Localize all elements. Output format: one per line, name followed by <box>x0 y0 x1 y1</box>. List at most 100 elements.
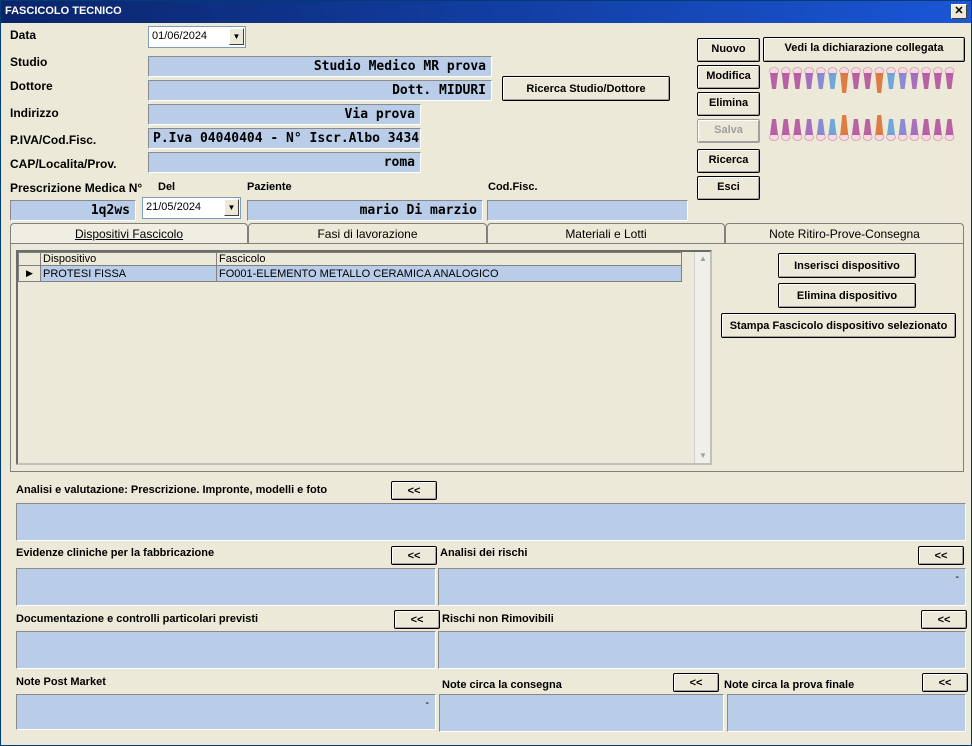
dropdown-arrow-icon[interactable]: ▼ <box>229 28 244 45</box>
tooth-root[interactable] <box>910 73 919 89</box>
tooth-root[interactable] <box>887 119 895 135</box>
salva-button[interactable]: Salva <box>697 119 760 143</box>
tooth-root[interactable] <box>805 119 814 135</box>
post-market-label: Note Post Market <box>16 676 106 688</box>
codfisc-field[interactable] <box>487 200 688 221</box>
table-row[interactable]: ▶ PROTESI FISSA FO001-ELEMENTO METALLO C… <box>18 265 682 282</box>
consegna-expand-button[interactable]: << <box>673 673 719 692</box>
tooth-root[interactable] <box>816 119 825 135</box>
tooth-root[interactable] <box>828 73 837 89</box>
scroll-up-icon[interactable]: ▲ <box>697 254 709 264</box>
tooth-root[interactable] <box>816 73 825 89</box>
prova-finale-expand-button[interactable]: << <box>922 673 968 692</box>
tooth-root[interactable] <box>945 119 954 135</box>
column-header-fascicolo[interactable]: Fascicolo <box>216 252 682 266</box>
tooth-root[interactable] <box>851 73 860 89</box>
cap-field[interactable]: roma <box>148 152 421 173</box>
tooth-root[interactable] <box>933 73 942 89</box>
title-bar: FASCICOLO TECNICO ✕ <box>1 1 971 23</box>
tooth-root[interactable] <box>840 115 849 135</box>
tooth-root[interactable] <box>898 119 907 135</box>
column-header-dispositivo[interactable]: Dispositivo <box>40 252 217 266</box>
rischi-expand-button[interactable]: << <box>921 610 967 629</box>
analisi-valutazione-field[interactable] <box>16 503 966 541</box>
prescrizione-field[interactable]: 1q2ws <box>10 200 136 221</box>
tooth-root[interactable] <box>770 73 778 89</box>
ricerca-button[interactable]: Ricerca <box>697 149 760 173</box>
modifica-button[interactable]: Modifica <box>697 65 760 89</box>
tooth-root[interactable] <box>863 119 872 135</box>
tooth-root[interactable] <box>781 119 790 135</box>
tab-note-ritiro[interactable]: Note Ritiro-Prove-Consegna <box>725 223 964 244</box>
analisi-rischi-label: Analisi dei rischi <box>440 547 528 559</box>
tooth-root[interactable] <box>828 119 837 135</box>
tooth-root[interactable] <box>840 73 849 93</box>
note-consegna-field[interactable] <box>439 694 724 732</box>
row-indicator-icon[interactable]: ▶ <box>18 265 41 282</box>
del-combo[interactable]: 21/05/2024 ▼ <box>142 197 241 219</box>
analisi-valutazione-label: Analisi e valutazione: Prescrizione. Imp… <box>16 484 328 496</box>
esci-button[interactable]: Esci <box>697 176 760 200</box>
stampa-fascicolo-button[interactable]: Stampa Fascicolo dispositivo selezionato <box>721 313 956 338</box>
tooth-root[interactable] <box>922 73 931 89</box>
tooth-root[interactable] <box>793 119 802 135</box>
analisi-expand-button[interactable]: << <box>391 481 437 500</box>
del-value: 21/05/2024 <box>146 201 202 213</box>
elimina-button[interactable]: Elimina <box>697 92 760 116</box>
paziente-label: Paziente <box>247 181 292 193</box>
nuovo-button[interactable]: Nuovo <box>697 38 760 62</box>
tooth-root[interactable] <box>793 73 802 89</box>
scroll-down-icon[interactable]: ▼ <box>697 451 709 461</box>
tooth-root[interactable] <box>875 73 884 93</box>
documentazione-expand-button[interactable]: << <box>394 610 440 629</box>
tooth-root[interactable] <box>887 73 895 89</box>
paziente-field[interactable]: mario Di marzio <box>247 200 483 221</box>
tooth-root[interactable] <box>898 73 907 89</box>
studio-field[interactable]: Studio Medico MR prova <box>148 56 492 77</box>
ricerca-studio-button[interactable]: Ricerca Studio/Dottore <box>502 76 670 101</box>
piva-field[interactable]: P.Iva 04040404 - N° Iscr.Albo 3434 <box>148 128 421 149</box>
dottore-field[interactable]: Dott. MIDURI <box>148 80 492 101</box>
documentazione-field[interactable] <box>16 631 436 669</box>
note-consegna-label: Note circa la consegna <box>442 679 562 691</box>
analisi-rischi-expand-button[interactable]: << <box>918 546 964 565</box>
indirizzo-label: Indirizzo <box>10 106 59 120</box>
vedi-dichiarazione-button[interactable]: Vedi la dichiarazione collegata <box>763 37 965 62</box>
indirizzo-field[interactable]: Via prova <box>148 104 421 125</box>
post-market-field[interactable]: - <box>16 694 436 730</box>
rischi-non-rimovibili-field[interactable] <box>438 631 966 669</box>
del-label: Del <box>158 181 176 193</box>
window-title: FASCICOLO TECNICO <box>5 5 122 17</box>
dispositivi-grid[interactable]: Dispositivo Fascicolo ▶ PROTESI FISSA FO… <box>16 250 712 465</box>
cap-label: CAP/Localita/Prov. <box>10 157 117 171</box>
note-prova-finale-field[interactable] <box>727 694 966 732</box>
tooth-root[interactable] <box>933 119 942 135</box>
tooth-root[interactable] <box>851 119 860 135</box>
tooth-root[interactable] <box>875 115 884 135</box>
tooth-root[interactable] <box>910 119 919 135</box>
tab-materiali-lotti[interactable]: Materiali e Lotti <box>487 223 725 244</box>
cell-fascicolo[interactable]: FO001-ELEMENTO METALLO CERAMICA ANALOGIC… <box>216 265 682 282</box>
tooth-root[interactable] <box>863 73 872 89</box>
note-prova-finale-label: Note circa la prova finale <box>724 679 855 691</box>
tooth-root[interactable] <box>945 73 954 89</box>
cell-dispositivo[interactable]: PROTESI FISSA <box>40 265 217 282</box>
evidenze-expand-button[interactable]: << <box>391 546 437 565</box>
close-button[interactable]: ✕ <box>951 4 967 19</box>
dropdown-arrow-icon[interactable]: ▼ <box>224 199 239 216</box>
tooth-root[interactable] <box>781 73 790 89</box>
documentazione-label: Documentazione e controlli particolari p… <box>16 613 259 625</box>
elimina-dispositivo-button[interactable]: Elimina dispositivo <box>778 283 916 308</box>
analisi-rischi-field[interactable]: - <box>438 568 966 606</box>
tab-dispositivi-fascicolo[interactable]: Dispositivi Fascicolo <box>10 223 248 245</box>
grid-scrollbar[interactable]: ▲ ▼ <box>694 252 710 463</box>
data-combo[interactable]: 01/06/2024 ▼ <box>148 26 246 48</box>
tab-fasi-lavorazione[interactable]: Fasi di lavorazione <box>248 223 487 244</box>
tooth-root[interactable] <box>922 119 931 135</box>
inserisci-dispositivo-button[interactable]: Inserisci dispositivo <box>778 253 916 278</box>
tooth-root[interactable] <box>770 119 778 135</box>
dottore-label: Dottore <box>10 79 53 93</box>
tooth-root[interactable] <box>805 73 814 89</box>
dental-chart-icon[interactable] <box>767 67 957 143</box>
evidenze-field[interactable] <box>16 568 436 606</box>
